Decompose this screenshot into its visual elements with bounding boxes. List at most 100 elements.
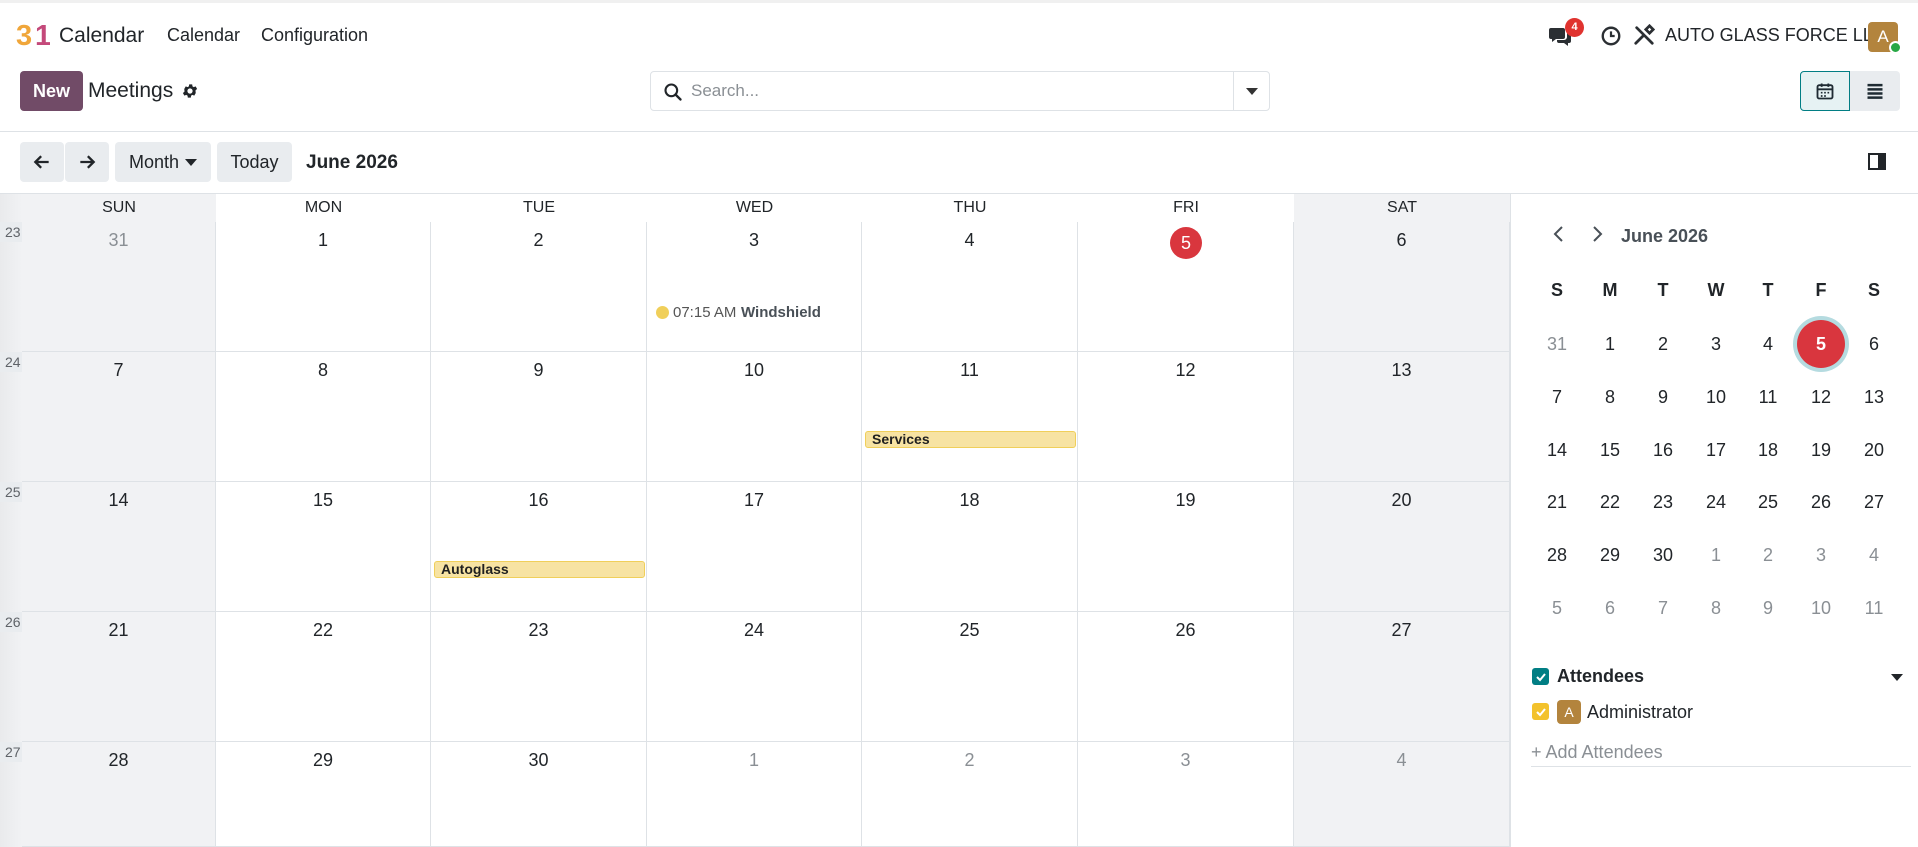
- caret-down-icon[interactable]: [1891, 674, 1903, 681]
- next-button[interactable]: [65, 142, 109, 182]
- mini-day[interactable]: 11: [1746, 375, 1790, 419]
- scale-dropdown[interactable]: Month: [115, 142, 211, 182]
- day-cell[interactable]: 2: [862, 742, 1078, 847]
- mini-next-icon[interactable]: [1587, 224, 1607, 244]
- menu-calendar[interactable]: Calendar: [167, 25, 240, 46]
- event-autoglass[interactable]: Autoglass: [434, 561, 645, 578]
- mini-day[interactable]: 15: [1588, 428, 1632, 472]
- mini-day[interactable]: 10: [1694, 375, 1738, 419]
- day-cell[interactable]: 19: [1078, 482, 1294, 612]
- mini-day[interactable]: 12: [1799, 375, 1843, 419]
- mini-today[interactable]: 5: [1797, 320, 1845, 368]
- day-cell[interactable]: 1: [647, 742, 862, 847]
- day-cell[interactable]: 1: [216, 222, 431, 352]
- day-cell[interactable]: 21: [22, 612, 216, 742]
- mini-day[interactable]: 19: [1799, 428, 1843, 472]
- mini-day[interactable]: 14: [1535, 428, 1579, 472]
- mini-day[interactable]: 28: [1535, 533, 1579, 577]
- company-switcher[interactable]: AUTO GLASS FORCE LLC: [1665, 25, 1886, 46]
- day-cell[interactable]: 29: [216, 742, 431, 847]
- mini-day[interactable]: 9: [1641, 375, 1685, 419]
- mini-day[interactable]: 10: [1799, 586, 1843, 630]
- day-cell[interactable]: 3: [647, 222, 862, 352]
- mini-day[interactable]: 30: [1641, 533, 1685, 577]
- mini-day[interactable]: 11: [1852, 586, 1896, 630]
- day-cell[interactable]: 26: [1078, 612, 1294, 742]
- mini-day[interactable]: 29: [1588, 533, 1632, 577]
- mini-day[interactable]: 3: [1799, 533, 1843, 577]
- administrator-checkbox[interactable]: [1532, 703, 1549, 720]
- mini-day[interactable]: 17: [1694, 428, 1738, 472]
- day-cell[interactable]: 3: [1078, 742, 1294, 847]
- day-cell[interactable]: 25: [862, 612, 1078, 742]
- list-view-button[interactable]: [1850, 71, 1900, 111]
- day-cell[interactable]: 11: [862, 352, 1078, 482]
- app-name[interactable]: Calendar: [59, 24, 144, 48]
- previous-button[interactable]: [20, 142, 64, 182]
- day-cell[interactable]: 10: [647, 352, 862, 482]
- event-services[interactable]: Services: [865, 431, 1076, 448]
- day-cell[interactable]: 17: [647, 482, 862, 612]
- day-cell[interactable]: 24: [647, 612, 862, 742]
- day-cell[interactable]: 27: [1294, 612, 1510, 742]
- day-cell[interactable]: 9: [431, 352, 647, 482]
- event-windshield[interactable]: Windshield: [741, 304, 821, 321]
- mini-day[interactable]: 3: [1694, 322, 1738, 366]
- mini-day[interactable]: 13: [1852, 375, 1896, 419]
- day-cell[interactable]: 13: [1294, 352, 1510, 482]
- mini-day[interactable]: 16: [1641, 428, 1685, 472]
- menu-configuration[interactable]: Configuration: [261, 25, 368, 46]
- day-cell[interactable]: 8: [216, 352, 431, 482]
- event-time[interactable]: 07:15 AM: [673, 304, 736, 321]
- mini-day[interactable]: 9: [1746, 586, 1790, 630]
- mini-day[interactable]: 2: [1746, 533, 1790, 577]
- mini-day[interactable]: 20: [1852, 428, 1896, 472]
- mini-day[interactable]: 6: [1588, 586, 1632, 630]
- day-cell[interactable]: 22: [216, 612, 431, 742]
- mini-day[interactable]: 4: [1746, 322, 1790, 366]
- search-input[interactable]: [691, 79, 1221, 103]
- mini-day[interactable]: 31: [1535, 322, 1579, 366]
- day-cell[interactable]: 20: [1294, 482, 1510, 612]
- mini-day[interactable]: 7: [1535, 375, 1579, 419]
- day-cell[interactable]: 6: [1294, 222, 1510, 352]
- mini-day[interactable]: 5: [1535, 586, 1579, 630]
- mini-day[interactable]: 7: [1641, 586, 1685, 630]
- sidebar-toggle-icon[interactable]: [1868, 153, 1886, 170]
- day-cell[interactable]: 4: [862, 222, 1078, 352]
- mini-day[interactable]: 24: [1694, 480, 1738, 524]
- day-cell[interactable]: 30: [431, 742, 647, 847]
- mini-day[interactable]: 4: [1852, 533, 1896, 577]
- mini-day[interactable]: 25: [1746, 480, 1790, 524]
- day-cell[interactable]: 23: [431, 612, 647, 742]
- attendees-filter-checkbox[interactable]: [1532, 668, 1549, 685]
- day-cell[interactable]: 7: [22, 352, 216, 482]
- today-button[interactable]: Today: [217, 142, 292, 182]
- mini-day[interactable]: 27: [1852, 480, 1896, 524]
- day-cell[interactable]: 12: [1078, 352, 1294, 482]
- calendar-app-logo[interactable]: 3 1: [16, 19, 50, 49]
- mini-day[interactable]: 1: [1694, 533, 1738, 577]
- day-cell[interactable]: 15: [216, 482, 431, 612]
- add-attendees-input[interactable]: + Add Attendees: [1531, 742, 1663, 763]
- day-cell[interactable]: 31: [22, 222, 216, 352]
- mini-day[interactable]: 8: [1588, 375, 1632, 419]
- mini-day[interactable]: 26: [1799, 480, 1843, 524]
- day-cell[interactable]: 5: [1078, 222, 1294, 352]
- mini-day[interactable]: 22: [1588, 480, 1632, 524]
- day-cell[interactable]: 4: [1294, 742, 1510, 847]
- mini-day[interactable]: 6: [1852, 322, 1896, 366]
- mini-day[interactable]: 18: [1746, 428, 1790, 472]
- day-cell[interactable]: 16: [431, 482, 647, 612]
- mini-day[interactable]: 1: [1588, 322, 1632, 366]
- tools-icon[interactable]: [1630, 21, 1658, 49]
- mini-day[interactable]: 23: [1641, 480, 1685, 524]
- day-cell[interactable]: 2: [431, 222, 647, 352]
- day-cell[interactable]: 14: [22, 482, 216, 612]
- new-button[interactable]: New: [20, 71, 83, 111]
- clock-icon[interactable]: [1597, 22, 1625, 50]
- mini-day[interactable]: 21: [1535, 480, 1579, 524]
- mini-prev-icon[interactable]: [1549, 224, 1569, 244]
- mini-day[interactable]: 8: [1694, 586, 1738, 630]
- search-options-toggle[interactable]: [1233, 72, 1269, 110]
